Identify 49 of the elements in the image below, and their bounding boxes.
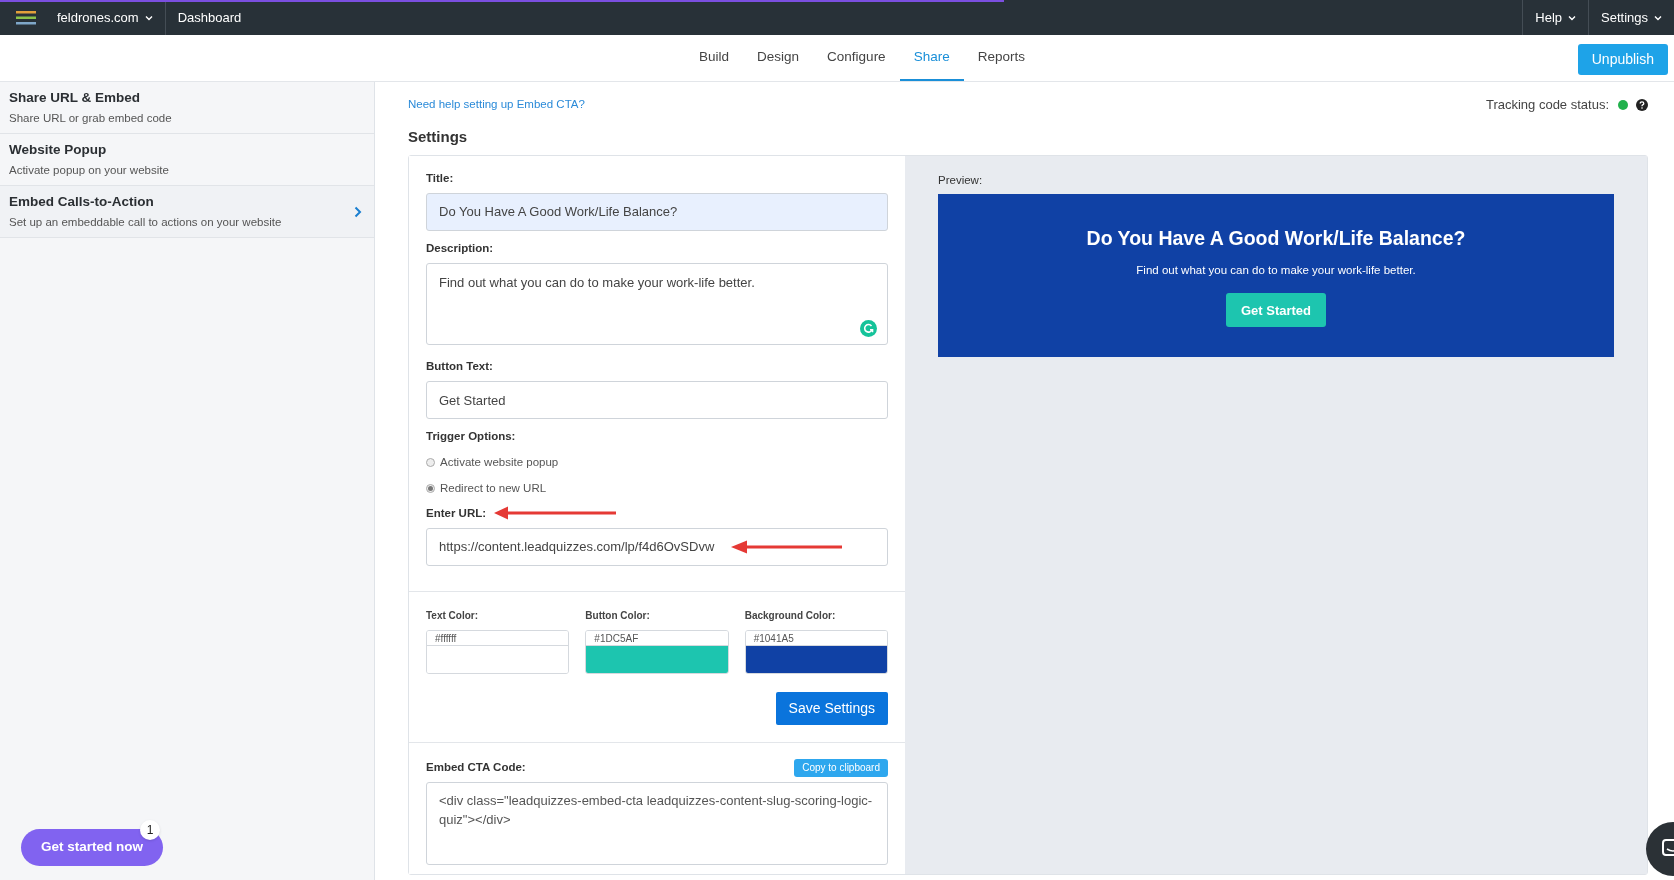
url-input[interactable]: https://content.leadquizzes.com/lp/f4d6OvSDvw [426,527,888,566]
arrow-icon [494,506,617,521]
tracking-status-label: Tracking code status: [1485,96,1609,115]
site-dropdown[interactable]: feldrones.com [52,0,166,35]
field-label: Background Color: [744,608,837,623]
dashboard-link[interactable]: Dashboard [165,7,242,28]
description-textarea[interactable]: Find out what you can do to make your work-life better. [426,263,888,345]
tab[interactable]: Reports [963,35,1039,81]
field-label: Button Color: [585,608,651,623]
preview-label: Preview: [938,172,984,188]
field-label: Trigger Options: [426,429,517,445]
menu-dropdown[interactable]: Help [1522,0,1588,35]
caret-icon [144,14,153,21]
caret-icon [1654,14,1662,21]
radio-button[interactable] [426,484,435,493]
caret-icon [1568,14,1576,21]
field-label: Title: [426,170,455,186]
color-picker[interactable]: #1DC5AF [585,629,729,674]
embed-code-textarea[interactable]: <div class="leadquizzes-embed-cta leadquizzes-content-slug-scoring-logic-quiz"></div> [426,781,888,865]
arrow-icon [731,539,843,554]
radio-option[interactable]: Redirect to new URL [426,475,888,502]
tab[interactable]: Configure [813,35,900,81]
radio-button[interactable] [426,458,435,467]
chevron-right-icon [354,205,362,218]
sidebar-item[interactable]: Embed Calls-to-Action Set up an embeddable call to actions on your website [0,186,374,238]
menu-icon[interactable] [16,10,36,25]
field-label: Text Color: [426,608,480,623]
field-label: Description: [426,240,495,256]
settings-heading: Settings [408,127,469,147]
save-settings-button[interactable]: Save Settings [775,691,888,725]
field-label: Embed CTA Code: [426,760,526,776]
notification-badge: 1 [140,820,160,840]
button-text-input[interactable]: Get Started [426,381,888,420]
tab[interactable]: Design [743,35,814,81]
color-picker[interactable]: #1041A5 [744,629,888,674]
preview-description: Find out what you can do to make your work-life better. [1136,263,1416,278]
tab[interactable]: Build [685,35,744,81]
field-label: Button Text: [426,359,494,374]
menu-dropdown[interactable]: Settings [1588,0,1674,35]
tab[interactable]: Share [899,35,964,81]
help-icon[interactable] [1636,99,1648,111]
field-label: Enter URL: [426,505,487,521]
radio-option[interactable]: Activate website popup [426,449,888,476]
color-picker[interactable]: #ffffff [426,629,570,674]
description-text: Find out what you can do to make your work-life better. [439,275,755,290]
sidebar-item[interactable]: Share URL & Embed Share URL or grab embed code [0,82,374,134]
preview-title: Do You Have A Good Work/Life Balance? [1086,225,1466,251]
title-input[interactable]: Do You Have A Good Work/Life Balance? [426,192,888,231]
help-link[interactable]: Need help setting up Embed CTA? [408,96,585,114]
